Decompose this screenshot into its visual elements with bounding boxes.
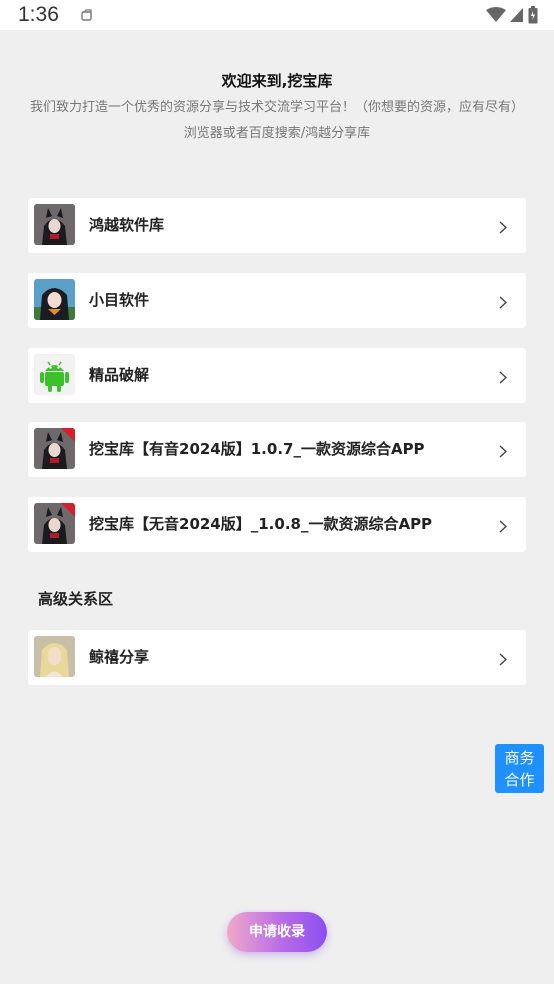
link-card-jingpin[interactable]: 精品破解 <box>28 348 526 403</box>
link-card-label: 精品破解 <box>89 366 150 384</box>
description-text: 我们致力打造一个优秀的资源分享与技术交流学习平台！（你想要的资源，应有尽有） <box>29 100 524 115</box>
battery-icon <box>528 6 538 24</box>
anime-girl-icon <box>34 279 75 320</box>
signal-icon <box>510 8 523 22</box>
business-label-line1: 商务 <box>504 749 535 767</box>
link-card-wabaoku-wuyin[interactable]: 挖宝库【无音2024版】_1.0.8_一款资源综合APP <box>28 497 526 552</box>
section-title-advanced: 高级关系区 <box>38 590 114 608</box>
android-robot-icon <box>34 354 75 395</box>
status-icons <box>486 6 538 24</box>
link-card-jingxi[interactable]: 鲸禧分享 <box>28 630 526 685</box>
business-cooperation-button[interactable]: 商务 合作 <box>495 744 544 793</box>
status-time: 1:36 <box>18 3 59 26</box>
search-hint-text: 浏览器或者百度搜索/鸿越分享库 <box>183 126 371 141</box>
link-card-label: 鸿越软件库 <box>89 216 165 234</box>
chevron-right-icon <box>499 651 508 670</box>
anime-avatar-badge-icon <box>34 428 75 469</box>
link-card-hongyue[interactable]: 鸿越软件库 <box>28 198 526 253</box>
link-card-label: 挖宝库【无音2024版】_1.0.8_一款资源综合APP <box>89 515 433 533</box>
anime-avatar-icon <box>34 204 75 245</box>
chevron-right-icon <box>499 369 508 388</box>
header: 欢迎来到,挖宝库 我们致力打造一个优秀的资源分享与技术交流学习平台！（你想要的资… <box>0 70 554 144</box>
chevron-right-icon <box>499 294 508 313</box>
chevron-right-icon <box>499 518 508 537</box>
anime-avatar-badge-icon <box>34 503 75 544</box>
link-card-label: 小目软件 <box>89 291 150 309</box>
notification-icon <box>80 8 94 27</box>
wifi-icon <box>486 7 506 22</box>
link-card-wabaoku-youyin[interactable]: 挖宝库【有音2024版】1.0.7_一款资源综合APP <box>28 422 526 477</box>
chevron-right-icon <box>499 443 508 462</box>
link-card-label: 鲸禧分享 <box>89 648 150 666</box>
link-card-xiaomu[interactable]: 小目软件 <box>28 273 526 328</box>
welcome-title: 欢迎来到,挖宝库 <box>221 72 333 90</box>
apply-inclusion-button[interactable]: 申请收录 <box>227 912 327 952</box>
chevron-right-icon <box>499 219 508 238</box>
status-bar: 1:36 <box>0 0 554 30</box>
link-card-label: 挖宝库【有音2024版】1.0.7_一款资源综合APP <box>89 440 425 458</box>
business-label-line2: 合作 <box>504 771 535 789</box>
blonde-portrait-icon <box>34 636 75 677</box>
